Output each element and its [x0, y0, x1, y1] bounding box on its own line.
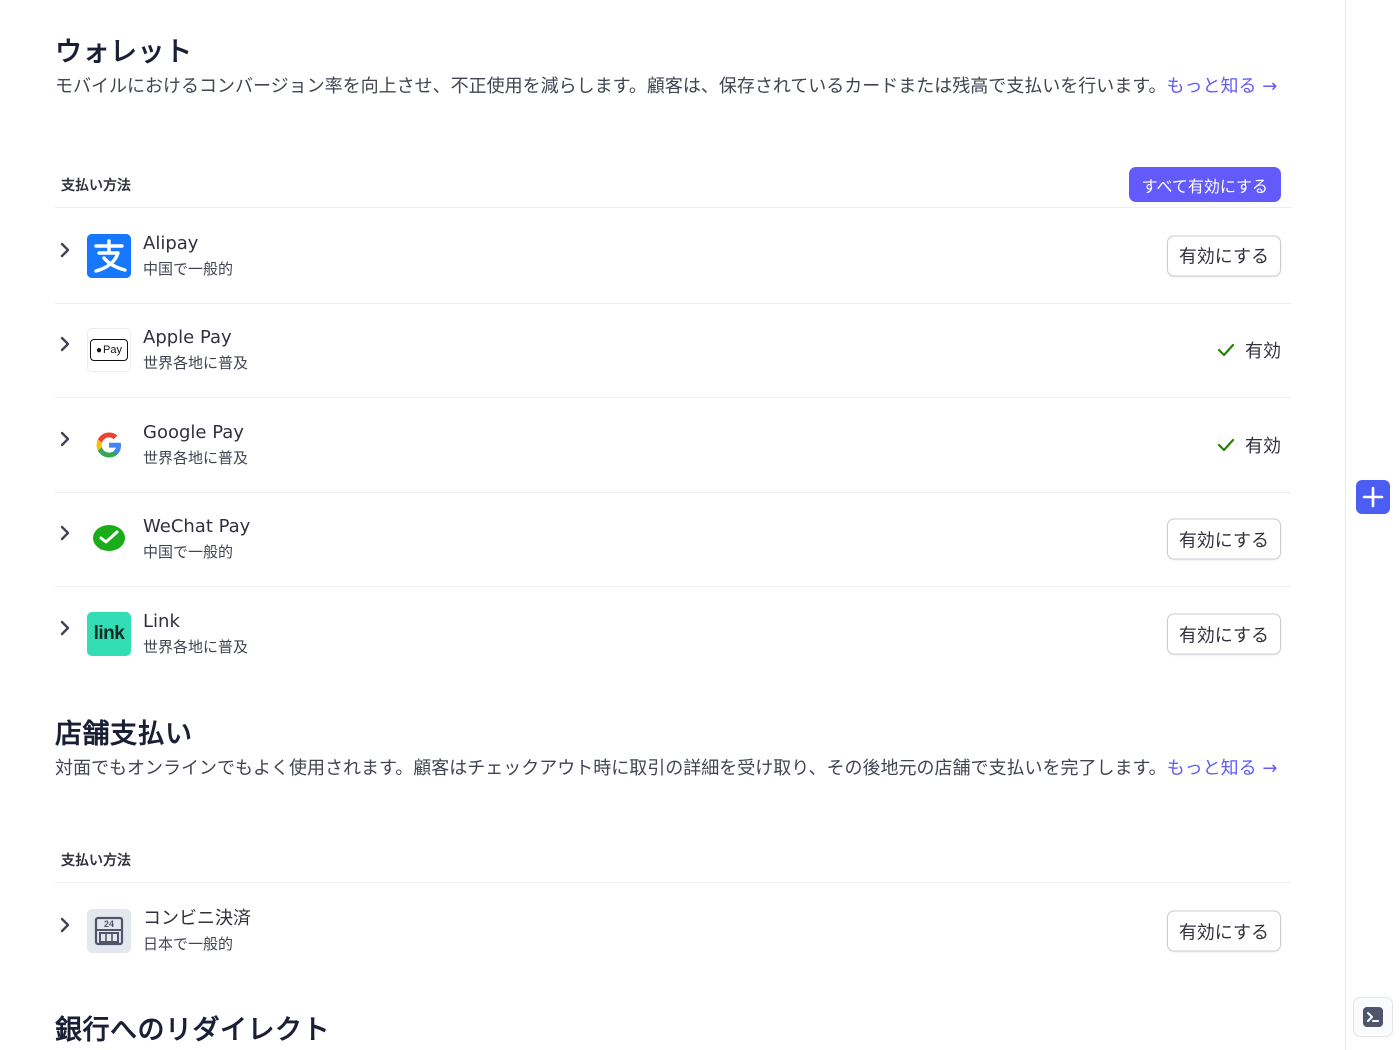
link-text: Link 世界各地に普及: [143, 610, 248, 658]
plus-icon: [1362, 486, 1384, 508]
bank-redirects-title: 銀行へのリダイレクト: [55, 1015, 330, 1046]
list-item-google-pay[interactable]: Google Pay 世界各地に普及 有効: [55, 398, 1291, 493]
wallets-section: ウォレット モバイルにおけるコンバージョン率を向上させ、不正使用を減らします。顧…: [55, 30, 1285, 100]
link-logo-text: link: [93, 623, 125, 645]
wallets-column-label: 支払い方法: [61, 177, 131, 194]
alipay-text: Alipay 中国で一般的: [143, 232, 233, 280]
chevron-right-icon[interactable]: [55, 240, 87, 260]
wallets-table-header: 支払い方法 すべて有効にする: [55, 162, 1291, 208]
terminal-icon: [1363, 1007, 1383, 1027]
enable-konbini-button[interactable]: 有効にする: [1166, 910, 1281, 952]
chevron-right-icon[interactable]: [55, 915, 87, 935]
store-payments-learn-more-link[interactable]: もっと知る →: [1167, 758, 1278, 779]
enable-alipay-button[interactable]: 有効にする: [1166, 235, 1281, 277]
store-payments-table-header: 支払い方法: [55, 837, 1291, 883]
wallets-learn-more-link[interactable]: もっと知る →: [1167, 76, 1278, 97]
store-payments-description-text: 対面でもオンラインでもよく使用されます。顧客はチェックアウト時に取引の詳細を受け…: [55, 758, 1167, 779]
status-label: 有効: [1245, 341, 1281, 363]
konbini-action: 有効にする: [1166, 910, 1281, 952]
method-region: 日本で一般的: [143, 935, 234, 954]
apple-pay-status: 有効: [1217, 337, 1281, 363]
store-payments-list: 24 コンビニ決済 日本で一般的 有効にする: [55, 884, 1291, 979]
google-pay-status: 有効: [1217, 432, 1281, 458]
apple-pay-text: Apple Pay 世界各地に普及: [143, 326, 248, 374]
wallets-title: ウォレット: [55, 37, 193, 68]
list-item-wechat-pay[interactable]: WeChat Pay 中国で一般的 有効にする: [55, 493, 1291, 587]
method-name: Link: [143, 611, 180, 633]
alipay-icon: [87, 233, 131, 278]
apple-logo-icon: ●: [95, 344, 103, 356]
terminal-button[interactable]: [1353, 997, 1393, 1037]
wallets-description-text: モバイルにおけるコンバージョン率を向上させ、不正使用を減らします。顧客は、保存さ…: [55, 76, 1167, 97]
checkmark-icon: [1217, 344, 1235, 357]
store-payments-section: 店舗支払い 対面でもオンラインでもよく使用されます。顧客はチェックアウト時に取引…: [55, 712, 1285, 782]
method-region: 中国で一般的: [143, 259, 234, 278]
chevron-right-icon[interactable]: [55, 334, 87, 354]
method-region: 世界各地に普及: [143, 638, 249, 657]
wechat-pay-action: 有効にする: [1166, 518, 1281, 560]
list-item-alipay[interactable]: Alipay 中国で一般的 有効にする: [55, 209, 1291, 304]
wallets-list: Alipay 中国で一般的 有効にする ● Pay Apple Pay 世界各地に…: [55, 209, 1291, 682]
method-name: Apple Pay: [143, 327, 232, 349]
enable-link-button[interactable]: 有効にする: [1166, 613, 1281, 655]
apple-pay-icon: ● Pay: [87, 328, 131, 373]
checkmark-icon: [1217, 438, 1235, 451]
method-name: Alipay: [143, 232, 199, 254]
method-region: 世界各地に普及: [143, 448, 249, 467]
apple-pay-badge: Pay: [103, 344, 122, 357]
status-label: 有効: [1245, 435, 1281, 457]
chevron-right-icon[interactable]: [55, 618, 87, 638]
konbini-text: コンビニ決済 日本で一般的: [143, 907, 251, 955]
list-item-link[interactable]: link Link 世界各地に普及 有効にする: [55, 587, 1291, 682]
method-name: Google Pay: [143, 421, 244, 443]
chevron-right-icon[interactable]: [55, 429, 87, 449]
store-payments-column-label: 支払い方法: [61, 852, 131, 869]
method-region: 世界各地に普及: [143, 354, 249, 373]
alipay-action: 有効にする: [1166, 235, 1281, 277]
google-icon: [87, 422, 131, 467]
add-button[interactable]: [1356, 480, 1390, 514]
wechat-pay-text: WeChat Pay 中国で一般的: [143, 515, 250, 563]
enable-all-button[interactable]: すべて有効にする: [1128, 167, 1281, 202]
method-region: 中国で一般的: [143, 543, 234, 562]
list-item-konbini[interactable]: 24 コンビニ決済 日本で一般的 有効にする: [55, 884, 1291, 979]
konbini-badge-text: 24: [103, 919, 114, 930]
wechat-icon: [87, 517, 131, 562]
enable-wechat-pay-button[interactable]: 有効にする: [1166, 518, 1281, 560]
bank-redirects-section: 銀行へのリダイレクト: [55, 1008, 330, 1047]
wallets-description: モバイルにおけるコンバージョン率を向上させ、不正使用を減らします。顧客は、保存さ…: [55, 73, 1285, 100]
method-name: コンビニ決済: [143, 908, 251, 930]
list-item-apple-pay[interactable]: ● Pay Apple Pay 世界各地に普及 有効: [55, 304, 1291, 398]
link-icon: link: [87, 612, 131, 657]
link-action: 有効にする: [1166, 613, 1281, 655]
konbini-store-icon: 24: [87, 909, 131, 954]
store-payments-description: 対面でもオンラインでもよく使用されます。顧客はチェックアウト時に取引の詳細を受け…: [55, 755, 1285, 782]
method-name: WeChat Pay: [143, 516, 251, 538]
right-rail: [1345, 0, 1400, 1050]
chevron-right-icon[interactable]: [55, 523, 87, 543]
store-payments-title: 店舗支払い: [55, 719, 193, 750]
google-pay-text: Google Pay 世界各地に普及: [143, 421, 248, 469]
